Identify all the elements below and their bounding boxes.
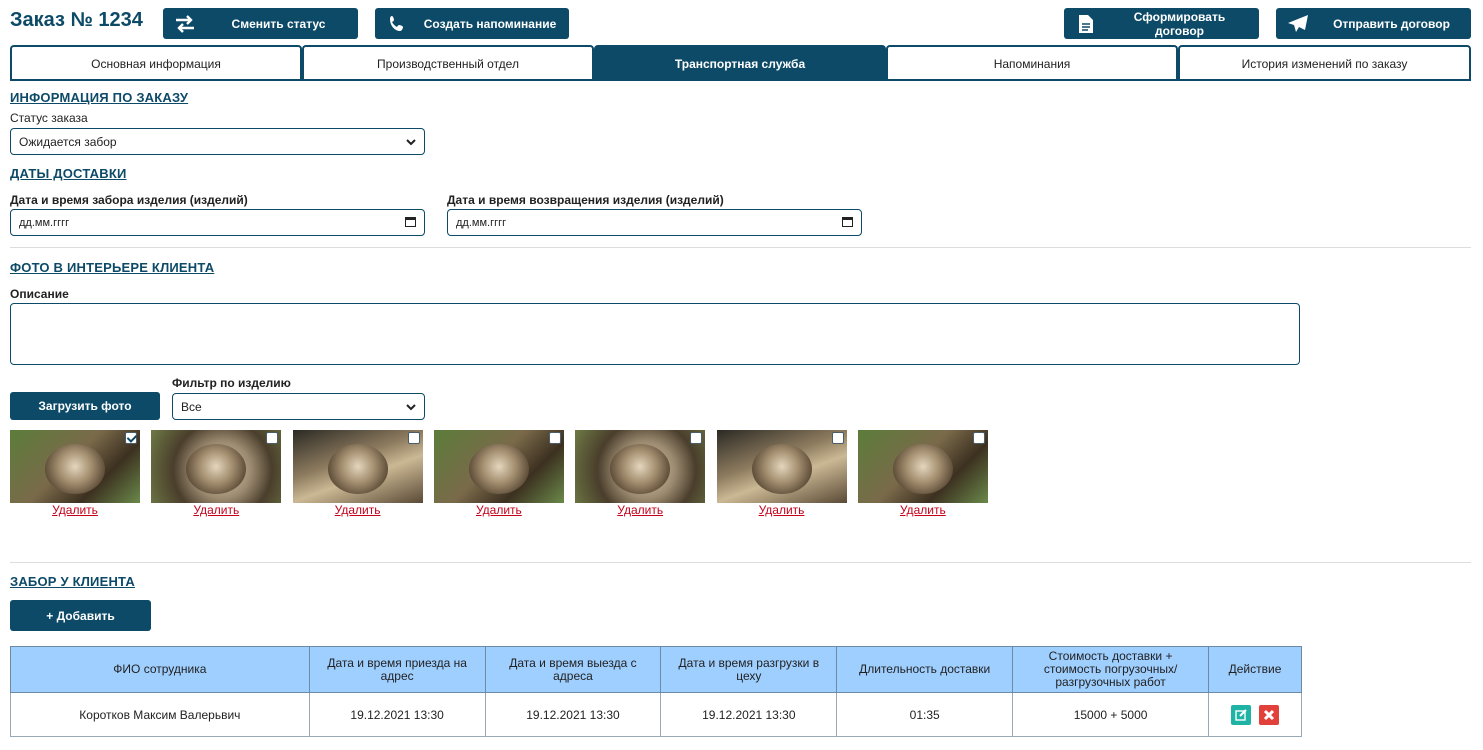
sloth-image xyxy=(751,444,812,494)
edit-row-button[interactable] xyxy=(1231,704,1252,725)
change-status-label: Сменить статус xyxy=(231,16,326,31)
tab-basic-info[interactable]: Основная информация xyxy=(10,45,302,81)
description-textarea[interactable] xyxy=(10,303,1300,365)
delete-photo-link[interactable]: Удалить xyxy=(293,503,423,517)
tab-reminders[interactable]: Напоминания xyxy=(886,45,1178,81)
pickup-date-label: Дата и время забора изделия (изделий) xyxy=(10,193,248,207)
photo-thumbnail[interactable] xyxy=(151,430,282,503)
employee-name-cell: Коротков Максим Валерьвич xyxy=(10,692,310,737)
column-header: Стоимость доставки + стоимость погрузочн… xyxy=(1012,646,1209,693)
form-contract-button[interactable]: Сформировать договор xyxy=(1064,8,1259,39)
delete-photo-link[interactable]: Удалить xyxy=(575,503,705,517)
arrival-time-cell: 19.12.2021 13:30 xyxy=(308,692,486,737)
duration-cell: 01:35 xyxy=(836,692,1014,737)
form-contract-label: Сформировать договор xyxy=(1133,9,1226,38)
photo-checkbox[interactable] xyxy=(266,432,279,444)
edit-icon xyxy=(1235,708,1248,721)
create-reminder-button[interactable]: Создать напоминание xyxy=(375,8,569,39)
photo-thumbnail[interactable] xyxy=(10,430,140,503)
add-pickup-button[interactable]: + Добавить xyxy=(10,600,151,631)
document-icon xyxy=(1064,14,1108,34)
column-header: Дата и время приезда на адрес xyxy=(308,646,486,693)
delete-row-button[interactable] xyxy=(1258,704,1279,725)
table-header-row: ФИО сотрудника Дата и время приезда на а… xyxy=(10,646,1302,693)
send-contract-label: Отправить договор xyxy=(1333,16,1450,31)
photo-thumbnail[interactable] xyxy=(857,430,988,503)
tabs-baseline xyxy=(10,79,1471,81)
pickup-table: ФИО сотрудника Дата и время приезда на а… xyxy=(10,646,1302,737)
return-date-label: Дата и время возвращения изделия (издели… xyxy=(447,193,724,207)
photo-checkbox[interactable] xyxy=(548,432,561,444)
calendar-icon xyxy=(405,216,416,230)
photo-checkbox[interactable] xyxy=(972,432,985,444)
photo-thumbnail[interactable] xyxy=(716,430,847,503)
delete-photo-link[interactable]: Удалить xyxy=(151,503,281,517)
return-date-placeholder: дд.мм.гггг xyxy=(456,216,507,229)
tab-production[interactable]: Производственный отдел xyxy=(302,45,594,81)
sloth-image xyxy=(186,444,247,494)
chevron-down-icon xyxy=(406,400,416,414)
section-divider xyxy=(10,247,1471,248)
photo-thumbnail[interactable] xyxy=(575,430,706,503)
photo-checkbox[interactable] xyxy=(407,432,420,444)
photo-checkbox[interactable] xyxy=(690,432,703,444)
status-select-value: Ожидается забор xyxy=(19,134,117,149)
sloth-image xyxy=(327,444,388,494)
sloth-image xyxy=(892,444,953,494)
product-filter-label: Фильтр по изделию xyxy=(172,376,291,390)
status-select[interactable]: Ожидается забор xyxy=(10,128,425,155)
status-label: Статус заказа xyxy=(10,111,88,125)
photo-checkbox[interactable] xyxy=(125,432,137,444)
column-header: Действие xyxy=(1208,646,1302,693)
section-divider xyxy=(10,562,1471,563)
change-status-button[interactable]: Сменить статус xyxy=(163,8,358,39)
tab-history[interactable]: История изменений по заказу xyxy=(1178,45,1471,81)
add-pickup-label: + Добавить xyxy=(46,608,115,623)
column-header: Дата и время выезда с адреса xyxy=(484,646,662,693)
tab-transport[interactable]: Транспортная служба xyxy=(594,45,886,81)
return-date-input[interactable]: дд.мм.гггг xyxy=(447,209,862,236)
photo-thumbnail[interactable] xyxy=(292,430,423,503)
column-header: ФИО сотрудника xyxy=(10,646,310,693)
sloth-image xyxy=(468,444,529,494)
upload-photo-button[interactable]: Загрузить фото xyxy=(10,392,160,420)
pickup-date-input[interactable]: дд.мм.гггг xyxy=(10,209,425,236)
column-header: Дата и время разгрузки в цеху xyxy=(660,646,838,693)
page-title: Заказ № 1234 xyxy=(10,9,143,31)
create-reminder-label: Создать напоминание xyxy=(423,16,557,31)
description-label: Описание xyxy=(10,287,69,301)
delete-photo-link[interactable]: Удалить xyxy=(434,503,564,517)
table-row: Коротков Максим Валерьвич 19.12.2021 13:… xyxy=(10,692,1302,737)
phone-icon xyxy=(375,15,419,33)
delete-photo-link[interactable]: Удалить xyxy=(717,503,847,517)
photos-heading: ФОТО В ИНТЕРЬЕРЕ КЛИЕНТА xyxy=(10,260,215,275)
column-header: Длительность доставки xyxy=(836,646,1014,693)
pickup-date-placeholder: дд.мм.гггг xyxy=(19,216,70,229)
sloth-image xyxy=(45,444,105,494)
photo-thumbnail[interactable] xyxy=(433,430,564,503)
product-filter-value: Все xyxy=(181,399,202,414)
close-icon xyxy=(1263,709,1274,720)
actions-cell xyxy=(1208,692,1302,737)
cost-cell: 15000 + 5000 xyxy=(1012,692,1209,737)
pickup-heading: ЗАБОР У КЛИЕНТА xyxy=(10,574,135,589)
product-filter-select[interactable]: Все xyxy=(172,393,425,420)
upload-photo-label: Загрузить фото xyxy=(38,399,132,413)
delete-photo-link[interactable]: Удалить xyxy=(858,503,988,517)
departure-time-cell: 19.12.2021 13:30 xyxy=(484,692,662,737)
swap-arrows-icon xyxy=(163,14,207,33)
order-info-heading: ИНФОРМАЦИЯ ПО ЗАКАЗУ xyxy=(10,90,189,105)
unload-time-cell: 19.12.2021 13:30 xyxy=(660,692,838,737)
sloth-image xyxy=(610,444,671,494)
send-contract-button[interactable]: Отправить договор xyxy=(1276,8,1471,39)
delivery-dates-heading: ДАТЫ ДОСТАВКИ xyxy=(10,166,127,181)
delete-photo-link[interactable]: Удалить xyxy=(10,503,140,517)
calendar-icon xyxy=(842,216,853,230)
photo-checkbox[interactable] xyxy=(831,432,844,444)
chevron-down-icon xyxy=(406,135,416,149)
paper-plane-icon xyxy=(1276,14,1320,34)
